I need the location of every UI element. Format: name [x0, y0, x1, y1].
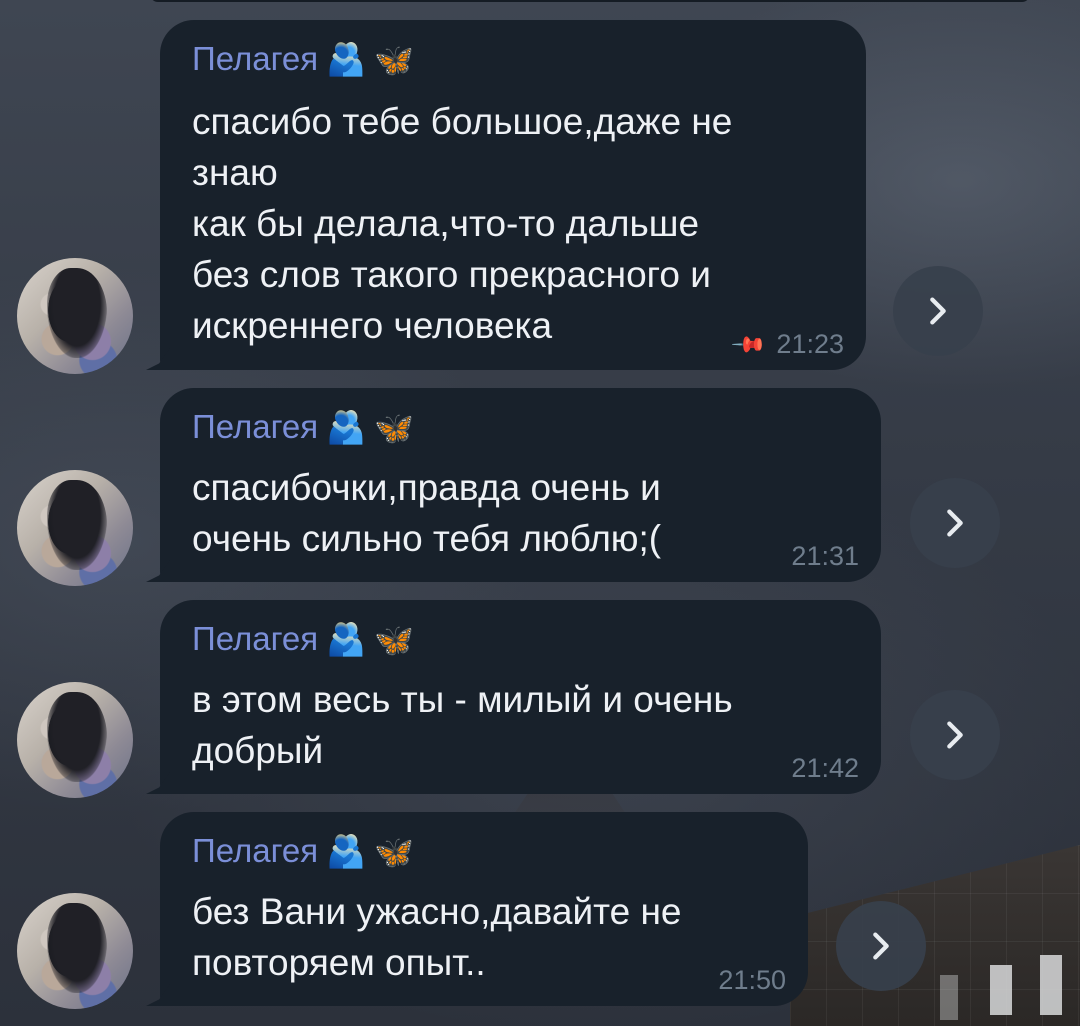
message-meta: 21:42: [791, 753, 859, 784]
sender-name[interactable]: Пелагея 🫂 🦋: [192, 620, 414, 658]
message-text: спасибо тебе большое,даже не знаю как бы…: [192, 101, 733, 346]
sender-name[interactable]: Пелагея 🫂 🦋: [192, 832, 414, 870]
message-time: 21:50: [718, 965, 786, 995]
hug-emoji-icon: 🫂: [326, 41, 366, 77]
butterfly-emoji-icon: 🦋: [373, 622, 414, 658]
message-time: 21:31: [791, 541, 859, 571]
background-building: [790, 845, 1080, 1026]
sender-name[interactable]: Пелагея 🫂 🦋: [192, 40, 414, 78]
message-time: 21:42: [791, 753, 859, 783]
butterfly-emoji-icon: 🦋: [373, 410, 414, 446]
avatar[interactable]: [17, 893, 133, 1009]
chevron-right-icon: [947, 509, 963, 537]
message-text: спасибочки,правда очень и очень сильно т…: [192, 467, 662, 559]
hug-emoji-icon: 🫂: [326, 833, 366, 869]
chevron-right-icon: [930, 297, 946, 325]
message-meta: 21:31: [791, 541, 859, 572]
forward-button[interactable]: [910, 690, 1000, 780]
avatar[interactable]: [17, 470, 133, 586]
butterfly-emoji-icon: 🦋: [373, 42, 414, 78]
forward-button[interactable]: [910, 478, 1000, 568]
butterfly-emoji-icon: 🦋: [373, 834, 414, 870]
chat-screen: Пелагея 🫂 🦋 спасибо тебе большое,даже не…: [0, 0, 1080, 1026]
message-meta: 21:50: [718, 965, 786, 996]
message-bubble[interactable]: Пелагея 🫂 🦋 спасибочки,правда очень и оч…: [146, 388, 881, 582]
message-bubble[interactable]: Пелагея 🫂 🦋 без Вани ужасно,давайте не п…: [146, 812, 808, 1006]
forward-button[interactable]: [893, 266, 983, 356]
hug-emoji-icon: 🫂: [326, 621, 366, 657]
message-text: в этом весь ты - милый и очень добрый: [192, 679, 733, 771]
message-time: 21:23: [776, 329, 844, 359]
chevron-right-icon: [947, 721, 963, 749]
previous-message-edge: [150, 0, 1030, 2]
pin-icon: 📌: [730, 325, 768, 363]
message-text: без Вани ужасно,давайте не повторяем опы…: [192, 891, 682, 983]
chevron-right-icon: [873, 932, 889, 960]
forward-button[interactable]: [836, 901, 926, 991]
avatar[interactable]: [17, 682, 133, 798]
hug-emoji-icon: 🫂: [326, 409, 366, 445]
message-bubble[interactable]: Пелагея 🫂 🦋 спасибо тебе большое,даже не…: [146, 20, 866, 370]
message-bubble[interactable]: Пелагея 🫂 🦋 в этом весь ты - милый и оче…: [146, 600, 881, 794]
sender-name[interactable]: Пелагея 🫂 🦋: [192, 408, 414, 446]
avatar[interactable]: [17, 258, 133, 374]
message-meta: 📌 21:23: [731, 326, 844, 363]
